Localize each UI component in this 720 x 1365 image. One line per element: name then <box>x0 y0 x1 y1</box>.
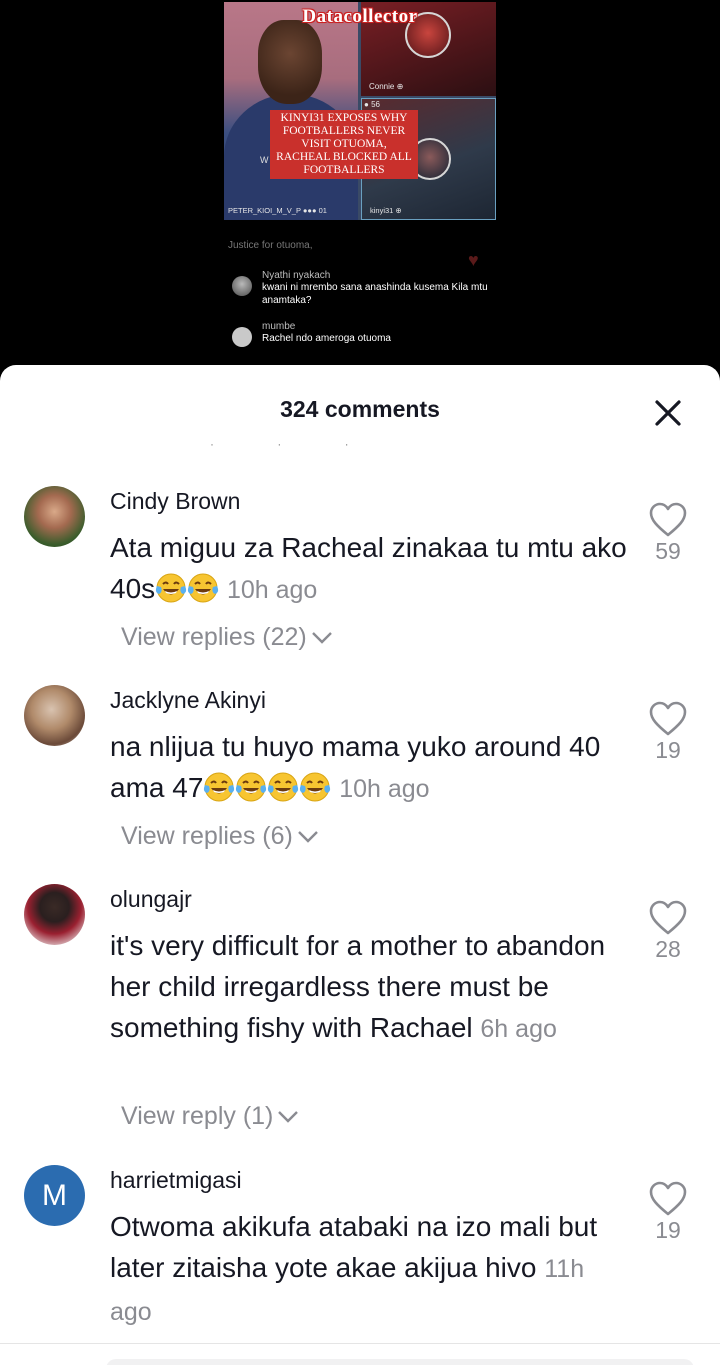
sheet-header: 324 comments · · · <box>0 365 720 453</box>
close-button[interactable] <box>648 393 688 433</box>
comment-text-content: Otwoma akikufa atabaki na izo mali but l… <box>110 1211 598 1283</box>
comment-text: na nlijua tu huyo mama yuko around 40 am… <box>110 726 630 810</box>
comment-username[interactable]: Jacklyne Akinyi <box>110 687 266 714</box>
chevron-down-icon <box>311 632 332 645</box>
face-with-tears-of-joy-icon <box>267 771 299 803</box>
comments-count-title: 324 comments <box>280 396 440 422</box>
like-button[interactable]: 19 <box>643 1181 693 1244</box>
view-replies-button[interactable]: View replies (22) <box>121 623 333 652</box>
heart-outline-icon <box>649 502 687 537</box>
channel-watermark: Datacollector <box>302 6 418 27</box>
like-count: 59 <box>655 538 681 564</box>
chevron-down-icon <box>278 1111 299 1124</box>
avatar <box>232 327 252 347</box>
comment-text: Otwoma akikufa atabaki na izo mali but l… <box>110 1206 630 1333</box>
view-replies-label: View replies (6) <box>121 822 293 850</box>
heart-outline-icon <box>649 900 687 935</box>
comments-sheet: 324 comments · · · Cindy Brown Ata miguu… <box>0 365 720 1365</box>
live-comment: mumbe Rachel ndo ameroga otuoma <box>228 321 528 347</box>
live-comment-faded: Justice for otuoma, <box>228 240 313 251</box>
heart-outline-icon <box>649 1181 687 1216</box>
face-with-tears-of-joy-icon <box>235 771 267 803</box>
emoji-group <box>155 573 219 604</box>
cohost-name-label: kinyi31 ⊕ <box>370 206 402 215</box>
like-count: 19 <box>655 1217 681 1243</box>
face-with-tears-of-joy-icon <box>203 771 235 803</box>
partial-text: W <box>260 155 269 165</box>
close-icon <box>655 400 681 426</box>
avatar[interactable] <box>24 486 85 547</box>
avatar[interactable]: M <box>24 1165 85 1226</box>
comment-username[interactable]: Cindy Brown <box>110 488 240 515</box>
live-comment-text: Rachel ndo ameroga otuoma <box>262 333 391 344</box>
like-count: 28 <box>655 936 681 962</box>
heart-outline-icon <box>649 701 687 736</box>
comment-input[interactable] <box>106 1359 694 1365</box>
headline-banner: KINYI31 EXPOSES WHY FOOTBALLERS NEVER VI… <box>270 110 418 179</box>
live-comment: Nyathi nyakach kwani ni mrembo sana anas… <box>228 270 528 307</box>
avatar[interactable] <box>24 884 85 945</box>
comment-text: Ata miguu za Racheal zinakaa tu mtu ako … <box>110 527 630 611</box>
like-button[interactable]: 28 <box>643 900 693 963</box>
face-with-tears-of-joy-icon <box>155 572 187 604</box>
emoji-group <box>203 772 331 803</box>
face-with-tears-of-joy-icon <box>299 771 331 803</box>
comment-text: it's very difficult for a mother to aban… <box>110 925 620 1050</box>
heart-icon: ♥ <box>468 250 479 270</box>
view-replies-label: View replies (22) <box>121 623 307 651</box>
view-replies-label: View reply (1) <box>121 1102 274 1130</box>
like-button[interactable]: 59 <box>643 502 693 565</box>
comment-timestamp: 10h ago <box>339 775 430 803</box>
comment-timestamp: 10h ago <box>226 576 318 604</box>
video-player[interactable]: Datacollector Connie ⊕ ● 56 W KINYI31 EX… <box>0 0 720 380</box>
like-count: 19 <box>655 737 681 763</box>
view-replies-button[interactable]: View replies (6) <box>121 822 319 851</box>
host-name-label: PETER_KIOI_M_V_P ●●● 01 <box>228 206 327 215</box>
avatar <box>232 276 252 296</box>
chevron-down-icon <box>297 831 318 844</box>
like-button[interactable]: 19 <box>643 701 693 764</box>
avatar-letter: M <box>42 1179 67 1212</box>
live-comment-user: mumbe <box>262 321 296 332</box>
comment-username[interactable]: olungajr <box>110 886 192 913</box>
video-thumbnail: Datacollector Connie ⊕ ● 56 W KINYI31 EX… <box>224 2 496 220</box>
face-with-tears-of-joy-icon <box>187 572 219 604</box>
live-comment-user: Nyathi nyakach <box>262 270 331 281</box>
comment-timestamp: 6h ago <box>480 1015 557 1043</box>
guest-name-label: Connie ⊕ <box>369 82 404 91</box>
viewer-count: ● 56 <box>364 100 380 109</box>
view-replies-button[interactable]: View reply (1) <box>121 1102 299 1131</box>
host-face <box>258 20 322 104</box>
live-comment-text: kwani ni mrembo sana anashinda kusema Ki… <box>262 282 488 306</box>
comment-username[interactable]: harrietmigasi <box>110 1167 242 1194</box>
live-comments-overlay: Justice for otuoma, Nyathi nyakach kwani… <box>228 240 528 347</box>
scroll-remnant: · · · <box>210 437 379 451</box>
avatar[interactable] <box>24 685 85 746</box>
divider <box>0 1343 720 1344</box>
